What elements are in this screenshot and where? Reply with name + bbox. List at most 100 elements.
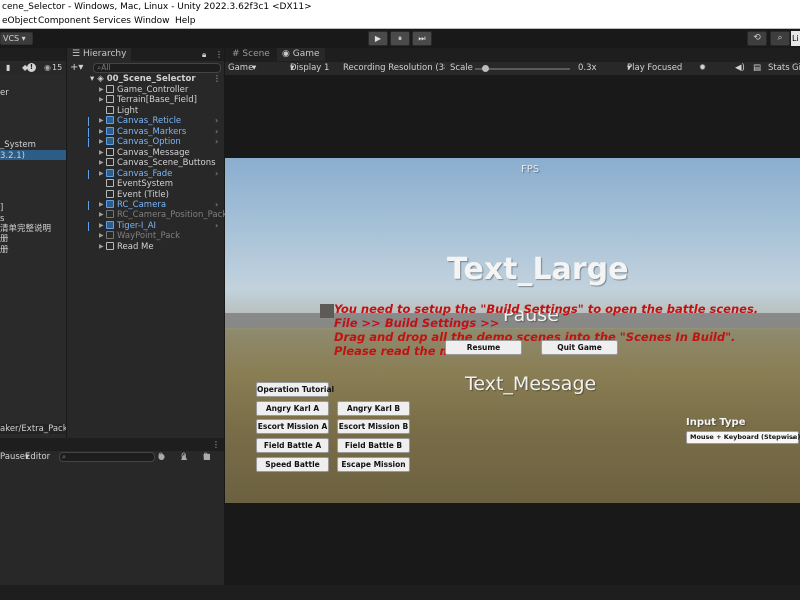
speed-battle-button[interactable]: Speed Battle (256, 457, 329, 472)
expand-arrow-icon[interactable]: ▶ (99, 243, 105, 250)
angry-karl-a-button[interactable]: Angry Karl A (256, 401, 329, 416)
eye-count-icon[interactable]: ◉ (44, 63, 51, 72)
bug-icon[interactable]: ✹ (699, 62, 706, 75)
input-type-dropdown[interactable]: Mouse + Keyboard (Stepwise) ⌄ (686, 431, 800, 444)
play-button[interactable]: ▶ (368, 31, 388, 46)
hierarchy-item[interactable]: EventSystem (106, 179, 173, 189)
tab-game[interactable]: ◉ Game (277, 48, 325, 61)
menu-window[interactable]: Window (134, 14, 170, 29)
escape-mission-button[interactable]: Escape Mission (337, 457, 410, 472)
editor-dropdown[interactable]: Editor ▾ (25, 451, 50, 463)
prefab-override-marker (88, 117, 89, 127)
add-icon[interactable]: +▾ (70, 62, 83, 74)
hierarchy-item[interactable]: Canvas_Markers (106, 126, 186, 137)
field-battle-a-button[interactable]: Field Battle A (256, 438, 329, 453)
open-prefab-chevron-icon[interactable]: › (215, 137, 218, 146)
console-search-input[interactable]: ⌕ (59, 452, 155, 462)
expand-arrow-icon[interactable]: ▶ (99, 86, 105, 93)
operation-tutorial-button[interactable]: Operation Tutorial (256, 382, 334, 397)
expand-arrow-icon[interactable]: ▶ (99, 222, 105, 229)
wall-tower (320, 304, 334, 318)
layouts-dropdown[interactable]: Li (791, 31, 800, 46)
hierarchy-item[interactable]: Event (Title) (106, 189, 169, 200)
hierarchy-item[interactable]: Canvas_Message (106, 147, 190, 158)
scale-label: Scale (450, 63, 473, 73)
menu-gameobject[interactable]: eObject (2, 14, 37, 29)
project-row[interactable]: s (0, 214, 4, 224)
more-icon[interactable]: ⋮ (212, 438, 220, 451)
hierarchy-item[interactable]: Game_Controller (106, 85, 188, 95)
open-prefab-chevron-icon[interactable]: › (215, 127, 218, 136)
resolution-dropdown[interactable]: Recording Resolution (38 (343, 62, 445, 75)
project-row[interactable]: 册 (0, 234, 9, 244)
scene-root[interactable]: ▾ ◈ 00_Scene_Selector (90, 74, 196, 84)
menu-services[interactable]: Services (93, 14, 131, 29)
hierarchy-item-label: EventSystem (117, 179, 174, 190)
display-dropdown[interactable]: Display 1 ▾ (290, 62, 329, 75)
expand-arrow-icon[interactable]: ▶ (99, 232, 105, 239)
project-row[interactable]: 3.2.1) (0, 151, 25, 161)
mute-audio-icon[interactable]: ◀) (735, 62, 745, 75)
expand-arrow-icon[interactable]: ▶ (99, 201, 105, 208)
project-row[interactable]: ] (0, 203, 3, 213)
menu-component[interactable]: Component (38, 14, 90, 29)
hierarchy-search-input[interactable]: ⌕All (93, 63, 221, 73)
scale-slider[interactable] (475, 62, 570, 75)
hierarchy-item[interactable]: Canvas_Reticle (106, 116, 181, 126)
play-focused-dropdown[interactable]: Play Focused ▾ (627, 62, 682, 75)
open-prefab-chevron-icon[interactable]: › (215, 221, 218, 230)
info-icon[interactable]: ! (27, 63, 36, 72)
open-prefab-chevron-icon[interactable]: › (215, 116, 218, 125)
tab-scene[interactable]: # Scene (227, 48, 275, 61)
project-row[interactable]: 册 (0, 245, 9, 255)
hierarchy-item[interactable]: RC_Camera (106, 199, 166, 210)
expand-arrow-icon[interactable]: ▶ (99, 159, 105, 166)
expand-arrow-icon[interactable]: ▶ (99, 170, 105, 177)
pause-toggle[interactable]: Pause (0, 451, 25, 463)
vcs-dropdown[interactable]: VCS ▾ (0, 32, 33, 45)
pause-button[interactable]: ⏸ (390, 31, 410, 46)
expand-arrow-icon[interactable]: ▶ (99, 138, 105, 145)
hierarchy-item[interactable]: Read Me (106, 241, 154, 252)
console-toolbar: Pause Editor ▾ ⌕ ● 0 ▲ 0 ■ 0 (0, 451, 224, 463)
open-prefab-chevron-icon[interactable]: › (215, 169, 218, 178)
escort-mission-b-button[interactable]: Escort Mission B (337, 419, 410, 434)
more-icon[interactable]: ⋮ (215, 48, 223, 61)
hierarchy-item[interactable]: Light (106, 105, 138, 116)
search-button[interactable]: ⌕ (770, 31, 790, 46)
escort-mission-a-button[interactable]: Escort Mission A (256, 419, 329, 434)
expand-arrow-icon[interactable]: ▶ (99, 128, 105, 135)
field-battle-b-button[interactable]: Field Battle B (337, 438, 410, 453)
expand-arrow-icon[interactable]: ▶ (99, 117, 105, 124)
tab-hierarchy[interactable]: ☰ Hierarchy (67, 48, 132, 61)
resume-button[interactable]: Resume (445, 340, 522, 355)
step-button[interactable]: ⏭ (412, 31, 432, 46)
hierarchy-item[interactable]: Canvas_Fade (106, 168, 172, 179)
prefab-override-marker (88, 169, 89, 179)
expand-arrow-icon[interactable]: ▶ (99, 149, 105, 156)
shortcuts-icon[interactable]: ▤ (753, 62, 761, 75)
menu-help[interactable]: Help (175, 14, 196, 29)
scene-menu-icon[interactable]: ⋮ (213, 74, 221, 83)
lock-icon[interactable]: ▮ (6, 63, 10, 72)
project-row[interactable]: _System (0, 140, 36, 150)
history-button[interactable]: ⟲ (747, 31, 767, 46)
scale-slider-thumb[interactable] (482, 65, 489, 72)
stats-toggle[interactable]: Stats (768, 62, 790, 75)
lock-icon[interactable]: 🔒︎ (202, 48, 206, 61)
project-row[interactable]: er (0, 88, 9, 98)
hierarchy-item[interactable]: RC_Camera_Position_Pack (106, 210, 227, 220)
expand-arrow-icon[interactable]: ▶ (99, 96, 105, 103)
hierarchy-item[interactable]: WayPoint_Pack (106, 231, 180, 241)
hierarchy-item[interactable]: Tiger-I_AI (106, 220, 156, 231)
project-row[interactable]: 清单完整说明 (0, 224, 51, 234)
quit-game-button[interactable]: Quit Game (541, 340, 618, 355)
angry-karl-b-button[interactable]: Angry Karl B (337, 401, 410, 416)
hierarchy-item[interactable]: Terrain[Base_Field] (106, 95, 197, 105)
open-prefab-chevron-icon[interactable]: › (215, 200, 218, 209)
hierarchy-item[interactable]: Canvas_Scene_Buttons (106, 158, 216, 168)
expand-arrow-icon[interactable]: ▶ (99, 211, 105, 218)
gizmos-toggle[interactable]: Gi (792, 62, 800, 75)
game-viewport[interactable]: FPS Text_Large Pause You need to setup t… (225, 158, 800, 503)
hierarchy-item[interactable]: Canvas_Option (106, 137, 181, 147)
